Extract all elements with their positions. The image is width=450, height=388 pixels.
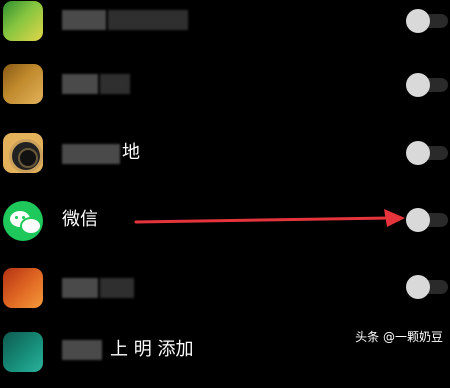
- watermark: 头条 @一颗奶豆: [355, 330, 443, 344]
- annotation-arrow: [134, 209, 405, 227]
- app-permission-list: 地 微信 上 明 添加 头条 @一颗奶豆: [0, 0, 450, 372]
